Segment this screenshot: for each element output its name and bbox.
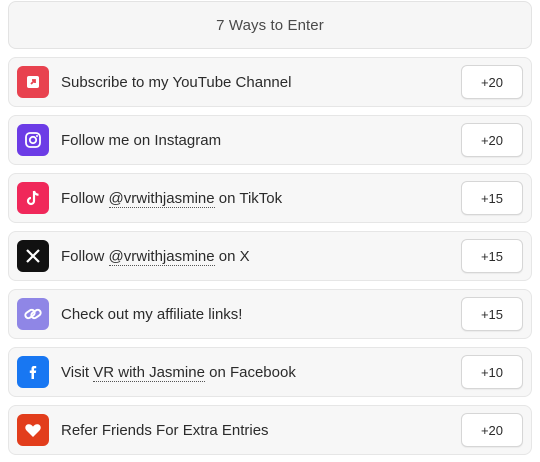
x-icon (17, 240, 49, 272)
instagram-icon (17, 124, 49, 156)
heart-icon (17, 414, 49, 446)
entry-tiktok[interactable]: Follow @vrwithjasmine on TikTok +15 (8, 173, 532, 223)
entry-affiliate-links[interactable]: Check out my affiliate links! +15 (8, 289, 532, 339)
facebook-page-link[interactable]: VR with Jasmine (93, 363, 205, 382)
entry-label: Refer Friends For Extra Entries (61, 421, 269, 439)
points-button[interactable]: +15 (461, 181, 523, 215)
entry-methods-header: 7 Ways to Enter (8, 1, 532, 49)
entry-label: Subscribe to my YouTube Channel (61, 73, 292, 91)
x-handle-link[interactable]: @vrwithjasmine (108, 247, 215, 266)
points-button[interactable]: +15 (461, 239, 523, 273)
facebook-icon (17, 356, 49, 388)
link-icon (17, 298, 49, 330)
entry-label: Follow @vrwithjasmine on X (61, 247, 250, 266)
entry-instagram[interactable]: Follow me on Instagram +20 (8, 115, 532, 165)
points-button[interactable]: +20 (461, 413, 523, 447)
entry-youtube[interactable]: Subscribe to my YouTube Channel +20 (8, 57, 532, 107)
header-title: 7 Ways to Enter (216, 16, 324, 34)
entry-methods-list: Subscribe to my YouTube Channel +20 Foll… (8, 57, 532, 462)
points-button[interactable]: +20 (461, 123, 523, 157)
entry-label: Visit VR with Jasmine on Facebook (61, 363, 296, 382)
entry-label: Follow me on Instagram (61, 131, 222, 149)
tiktok-icon (17, 182, 49, 214)
tiktok-handle-link[interactable]: @vrwithjasmine (108, 189, 215, 208)
points-button[interactable]: +20 (461, 65, 523, 99)
entry-label: Follow @vrwithjasmine on TikTok (61, 189, 283, 208)
youtube-icon (17, 66, 49, 98)
entry-refer-friends[interactable]: Refer Friends For Extra Entries +20 (8, 405, 532, 455)
entry-facebook[interactable]: Visit VR with Jasmine on Facebook +10 (8, 347, 532, 397)
entry-label: Check out my affiliate links! (61, 305, 243, 323)
points-button[interactable]: +15 (461, 297, 523, 331)
points-button[interactable]: +10 (461, 355, 523, 389)
entry-x[interactable]: Follow @vrwithjasmine on X +15 (8, 231, 532, 281)
